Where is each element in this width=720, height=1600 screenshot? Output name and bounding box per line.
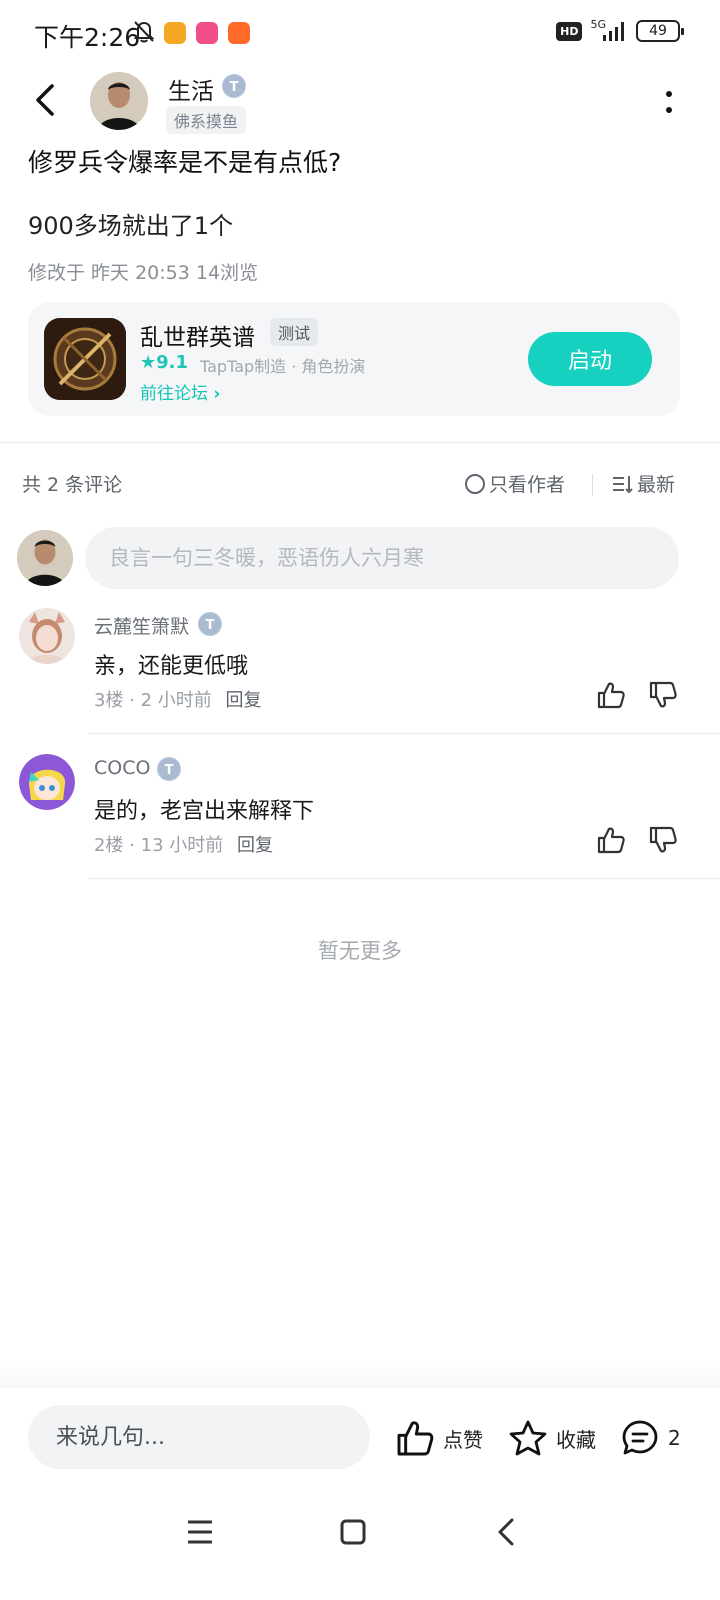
game-rating: ★9.1 bbox=[140, 352, 188, 373]
comment-button[interactable]: 2 bbox=[620, 1418, 681, 1458]
favorite-button[interactable]: 收藏 bbox=[508, 1418, 596, 1458]
comment-item: 云麓笙箫默 T 亲，还能更低哦 3楼 · 2 小时前 回复 bbox=[0, 608, 720, 748]
menu-icon[interactable] bbox=[180, 1512, 220, 1552]
thumbs-up-icon bbox=[397, 1421, 434, 1456]
battery-indicator: 49 bbox=[636, 20, 684, 42]
author-name[interactable]: 生活 bbox=[168, 72, 214, 106]
comment-time: 2 小时前 bbox=[140, 690, 212, 711]
commenter-name[interactable]: 云麓笙箫默 bbox=[94, 612, 189, 639]
bottom-action-bar: 点赞 收藏 2 bbox=[0, 1388, 720, 1488]
status-right: HD 5G 49 bbox=[556, 17, 684, 42]
comment-count: 2 bbox=[668, 1426, 681, 1450]
commenter-avatar[interactable] bbox=[19, 754, 75, 810]
star-icon: ★ bbox=[140, 352, 157, 373]
post-body: 900多场就出了1个 bbox=[28, 212, 234, 240]
like-label: 点赞 bbox=[443, 1427, 483, 1452]
game-rating-value: 9.1 bbox=[156, 352, 189, 373]
hd-badge: HD bbox=[556, 21, 583, 41]
bottom-shadow bbox=[0, 1360, 720, 1388]
sort-label: 最新 bbox=[637, 474, 676, 496]
comment-divider bbox=[88, 733, 720, 734]
back-arrow-icon[interactable] bbox=[30, 82, 62, 118]
vertical-separator bbox=[592, 474, 593, 496]
notification-app-icon bbox=[164, 22, 186, 44]
game-card[interactable]: 乱世群英谱 测试 ★9.1 TapTap制造 · 角色扮演 前往论坛 › 启动 bbox=[28, 302, 680, 416]
commenter-name[interactable]: COCO bbox=[94, 757, 150, 779]
comment-item: COCO T 是的，老宫出来解释下 2楼 · 13 小时前 回复 bbox=[0, 753, 720, 893]
commenter-avatar[interactable] bbox=[19, 608, 75, 664]
network-type: 5G bbox=[590, 17, 606, 31]
post-title: 修罗兵令爆率是不是有点低? bbox=[28, 148, 342, 177]
only-author-toggle[interactable]: 只看作者 bbox=[465, 470, 565, 497]
favorite-label: 收藏 bbox=[556, 1427, 596, 1452]
comment-time: 13 小时前 bbox=[140, 835, 224, 856]
no-more-text: 暂无更多 bbox=[318, 939, 402, 963]
more-options-icon[interactable] bbox=[664, 88, 674, 118]
thumbs-down-icon[interactable] bbox=[648, 680, 678, 710]
notification-app-icon bbox=[196, 22, 218, 44]
reply-button[interactable]: 回复 bbox=[237, 835, 273, 856]
game-test-tag: 测试 bbox=[270, 318, 319, 346]
sort-icon bbox=[613, 475, 633, 493]
level-badge-icon: T bbox=[157, 757, 181, 781]
commenter-name-text: 云麓笙箫默 bbox=[94, 616, 190, 638]
home-icon[interactable] bbox=[333, 1512, 373, 1552]
launch-button[interactable]: 启动 bbox=[528, 332, 652, 386]
comment-text: 亲，还能更低哦 bbox=[94, 654, 249, 679]
level-badge-icon: T bbox=[198, 612, 222, 636]
status-time: 下午2:26 bbox=[34, 23, 141, 52]
author-tag: 佛系摸鱼 bbox=[166, 106, 247, 134]
game-icon[interactable] bbox=[44, 318, 126, 400]
post-meta: 修改于 昨天 20:53 14浏览 bbox=[28, 262, 259, 284]
back-icon[interactable] bbox=[486, 1512, 526, 1552]
only-author-label: 只看作者 bbox=[489, 474, 566, 496]
thumbs-up-icon[interactable] bbox=[596, 680, 626, 710]
thumbs-down-icon[interactable] bbox=[648, 825, 678, 855]
game-maker: TapTap制造 · 角色扮演 bbox=[200, 357, 366, 376]
comment-floor: 3楼 bbox=[94, 690, 124, 711]
star-outline-icon bbox=[509, 1420, 547, 1456]
comments-count: 共 2 条评论 bbox=[22, 474, 123, 496]
notification-app-icon bbox=[228, 22, 250, 44]
post-header: 生活 T 佛系摸鱼 bbox=[0, 66, 720, 136]
svg-text:T: T bbox=[206, 618, 215, 633]
section-divider bbox=[0, 442, 720, 443]
thumbs-up-icon[interactable] bbox=[596, 825, 626, 855]
commenter-name-text: COCO bbox=[94, 757, 151, 779]
svg-text:T: T bbox=[230, 80, 239, 95]
author-avatar[interactable] bbox=[90, 72, 148, 130]
like-button[interactable]: 点赞 bbox=[395, 1418, 483, 1458]
svg-text:T: T bbox=[165, 763, 174, 778]
radio-circle-icon[interactable] bbox=[465, 473, 485, 494]
reply-button[interactable]: 回复 bbox=[226, 690, 262, 711]
level-badge-icon: T bbox=[222, 74, 246, 98]
bell-muted-icon bbox=[133, 21, 155, 43]
forum-link-label: 前往论坛 bbox=[140, 384, 208, 404]
sort-button[interactable]: 最新 bbox=[611, 470, 675, 497]
comment-meta: 3楼 · 2 小时前 回复 bbox=[94, 690, 262, 711]
comment-floor: 2楼 bbox=[94, 835, 124, 856]
status-bar: 下午2:26 HD 5G 49 bbox=[0, 0, 720, 66]
game-name[interactable]: 乱世群英谱 bbox=[140, 318, 255, 352]
quick-comment-input[interactable] bbox=[28, 1405, 370, 1469]
forum-link[interactable]: 前往论坛 › bbox=[140, 379, 220, 404]
comment-meta: 2楼 · 13 小时前 回复 bbox=[94, 835, 273, 856]
comment-bubble-icon bbox=[622, 1420, 658, 1455]
my-avatar bbox=[17, 530, 73, 586]
comment-divider bbox=[88, 878, 720, 879]
comment-input[interactable] bbox=[85, 527, 679, 589]
comment-text: 是的，老宫出来解释下 bbox=[94, 799, 315, 824]
chevron-right-icon: › bbox=[213, 384, 221, 404]
system-nav-bar bbox=[0, 1488, 720, 1600]
